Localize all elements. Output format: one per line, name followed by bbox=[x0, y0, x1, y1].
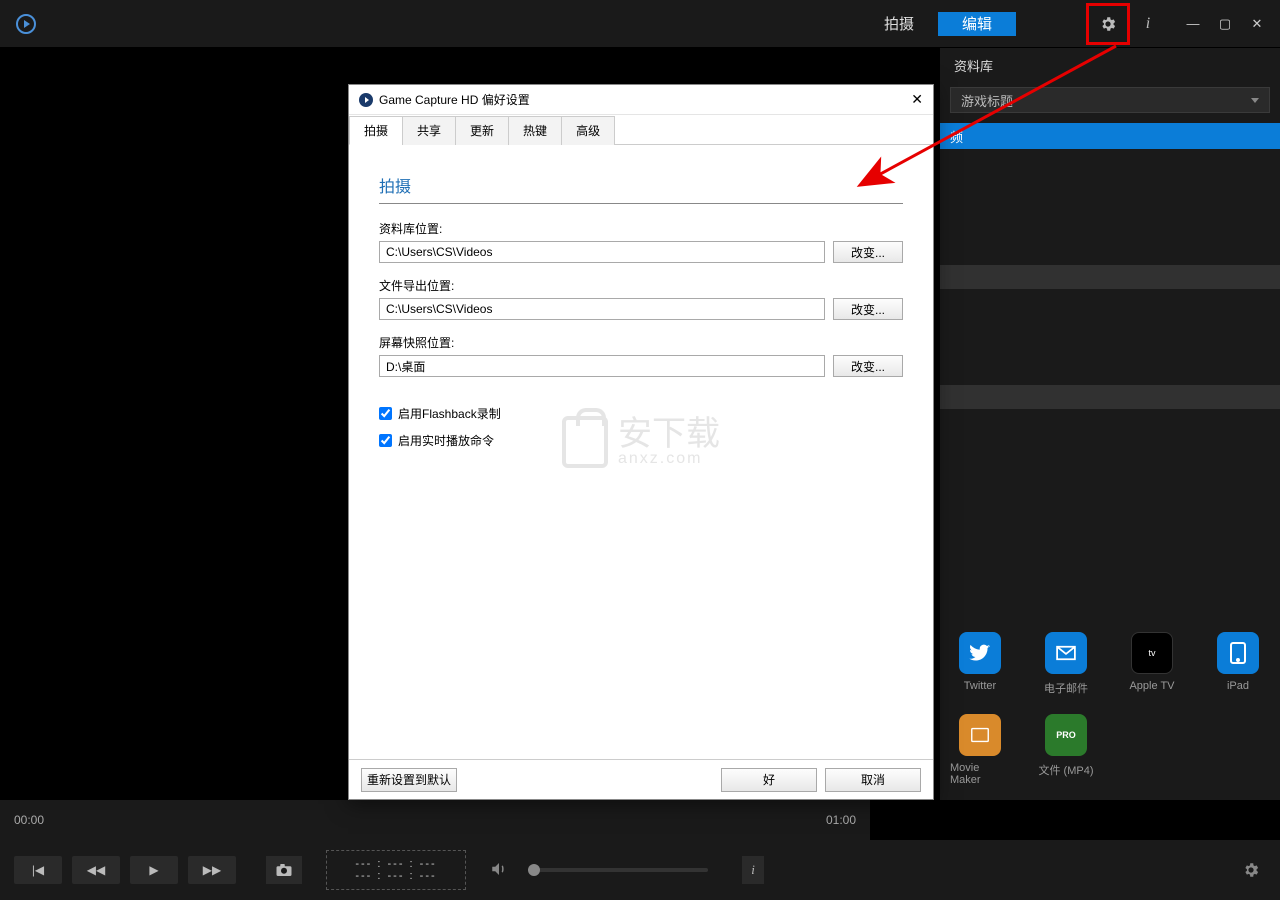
flashback-checkbox-row[interactable]: 启用Flashback录制 bbox=[379, 405, 903, 422]
preferences-dialog: Game Capture HD 偏好设置 ✕ 拍摄 共享 更新 热键 高级 拍摄… bbox=[348, 84, 934, 800]
twitter-icon bbox=[959, 632, 1001, 674]
time-readout: --- : --- : --- --- : --- : --- bbox=[326, 850, 466, 890]
dialog-titlebar[interactable]: Game Capture HD 偏好设置 ✕ bbox=[349, 85, 933, 115]
dialog-tab-update[interactable]: 更新 bbox=[455, 116, 509, 145]
live-checkbox[interactable] bbox=[379, 434, 392, 447]
snapshot-location-input[interactable] bbox=[379, 355, 825, 377]
flashback-checkbox[interactable] bbox=[379, 407, 392, 420]
window-controls: — ▢ ✕ bbox=[1186, 17, 1264, 31]
info-icon[interactable]: i bbox=[1136, 12, 1160, 36]
tab-capture[interactable]: 拍摄 bbox=[860, 12, 938, 36]
info-button[interactable]: i bbox=[742, 856, 764, 884]
export-location-label: 文件导出位置: bbox=[379, 277, 903, 294]
share-moviemaker[interactable]: Movie Maker bbox=[950, 714, 1010, 786]
gear-icon[interactable] bbox=[1096, 12, 1120, 36]
playback-controls: |◀ ◀◀ ▶ ▶▶ --- : --- : --- --- : --- : -… bbox=[0, 840, 1280, 900]
dialog-close-button[interactable]: ✕ bbox=[911, 91, 923, 108]
moviemaker-icon bbox=[959, 714, 1001, 756]
app-logo-icon bbox=[16, 14, 36, 34]
appletv-icon: tv bbox=[1131, 632, 1173, 674]
titlebar: 拍摄 编辑 i — ▢ ✕ bbox=[0, 0, 1280, 48]
volume-icon[interactable] bbox=[490, 860, 508, 881]
maximize-button[interactable]: ▢ bbox=[1218, 17, 1232, 31]
live-checkbox-row[interactable]: 启用实时播放命令 bbox=[379, 432, 903, 449]
share-label: Apple TV bbox=[1129, 680, 1174, 692]
share-appletv[interactable]: tv Apple TV bbox=[1122, 632, 1182, 696]
snapshot-location-label: 屏幕快照位置: bbox=[379, 334, 903, 351]
flashback-label: 启用Flashback录制 bbox=[398, 405, 501, 422]
export-change-button[interactable]: 改变... bbox=[833, 298, 903, 320]
share-panel: Twitter 电子邮件 tv Apple TV iPad Movie Make… bbox=[940, 608, 1280, 800]
dialog-body: 拍摄 资料库位置: 改变... 文件导出位置: 改变... 屏幕快照位置: 改变… bbox=[349, 145, 933, 759]
dialog-tab-share[interactable]: 共享 bbox=[402, 116, 456, 145]
section-title: 拍摄 bbox=[379, 173, 903, 204]
share-label: 电子邮件 bbox=[1044, 680, 1088, 696]
share-label: 文件 (MP4) bbox=[1039, 762, 1094, 778]
mail-icon bbox=[1045, 632, 1087, 674]
mode-tabs: 拍摄 编辑 bbox=[860, 12, 1016, 36]
snapshot-button[interactable] bbox=[266, 856, 302, 884]
share-label: Movie Maker bbox=[950, 762, 1010, 786]
dropdown-value: 游戏标题 bbox=[961, 91, 1013, 110]
right-panel: 资料库 游戏标题 频 bbox=[940, 48, 1280, 608]
share-twitter[interactable]: Twitter bbox=[950, 632, 1010, 696]
share-ipad[interactable]: iPad bbox=[1208, 632, 1268, 696]
dialog-tab-capture[interactable]: 拍摄 bbox=[349, 116, 403, 145]
export-location-input[interactable] bbox=[379, 298, 825, 320]
dialog-logo-icon bbox=[359, 93, 373, 107]
library-location-input[interactable] bbox=[379, 241, 825, 263]
share-file[interactable]: PRO 文件 (MP4) bbox=[1036, 714, 1096, 786]
minimize-button[interactable]: — bbox=[1186, 17, 1200, 31]
dialog-tab-advanced[interactable]: 高级 bbox=[561, 116, 615, 145]
volume-thumb[interactable] bbox=[528, 864, 540, 876]
volume-slider[interactable] bbox=[528, 868, 708, 872]
timeline[interactable]: 00:00 01:00 bbox=[0, 800, 870, 840]
library-location-label: 资料库位置: bbox=[379, 220, 903, 237]
timeline-end: 01:00 bbox=[826, 813, 856, 827]
ok-button[interactable]: 好 bbox=[721, 768, 817, 792]
dialog-tabs: 拍摄 共享 更新 热键 高级 bbox=[349, 115, 933, 145]
forward-button[interactable]: ▶▶ bbox=[188, 856, 236, 884]
prev-button[interactable]: |◀ bbox=[14, 856, 62, 884]
file-icon: PRO bbox=[1045, 714, 1087, 756]
corner-gear-icon[interactable] bbox=[1242, 861, 1260, 882]
timeline-start: 00:00 bbox=[14, 813, 44, 827]
list-row[interactable] bbox=[940, 385, 1280, 409]
selected-item-row[interactable]: 频 bbox=[940, 123, 1280, 149]
close-button[interactable]: ✕ bbox=[1250, 17, 1264, 31]
dialog-tab-hotkey[interactable]: 热键 bbox=[508, 116, 562, 145]
game-title-dropdown[interactable]: 游戏标题 bbox=[950, 87, 1270, 113]
library-label: 资料库 bbox=[940, 48, 1280, 83]
share-label: iPad bbox=[1227, 680, 1249, 692]
dialog-title: Game Capture HD 偏好设置 bbox=[379, 91, 530, 108]
list-row[interactable] bbox=[940, 265, 1280, 289]
library-change-button[interactable]: 改变... bbox=[833, 241, 903, 263]
dialog-footer: 重新设置到默认 好 取消 bbox=[349, 759, 933, 799]
share-email[interactable]: 电子邮件 bbox=[1036, 632, 1096, 696]
settings-highlight-box bbox=[1086, 3, 1130, 45]
snapshot-change-button[interactable]: 改变... bbox=[833, 355, 903, 377]
play-button[interactable]: ▶ bbox=[130, 856, 178, 884]
live-label: 启用实时播放命令 bbox=[398, 432, 494, 449]
rewind-button[interactable]: ◀◀ bbox=[72, 856, 120, 884]
reset-button[interactable]: 重新设置到默认 bbox=[361, 768, 457, 792]
share-label: Twitter bbox=[964, 680, 996, 692]
cancel-button[interactable]: 取消 bbox=[825, 768, 921, 792]
ipad-icon bbox=[1217, 632, 1259, 674]
chevron-down-icon bbox=[1251, 98, 1259, 103]
tab-edit[interactable]: 编辑 bbox=[938, 12, 1016, 36]
